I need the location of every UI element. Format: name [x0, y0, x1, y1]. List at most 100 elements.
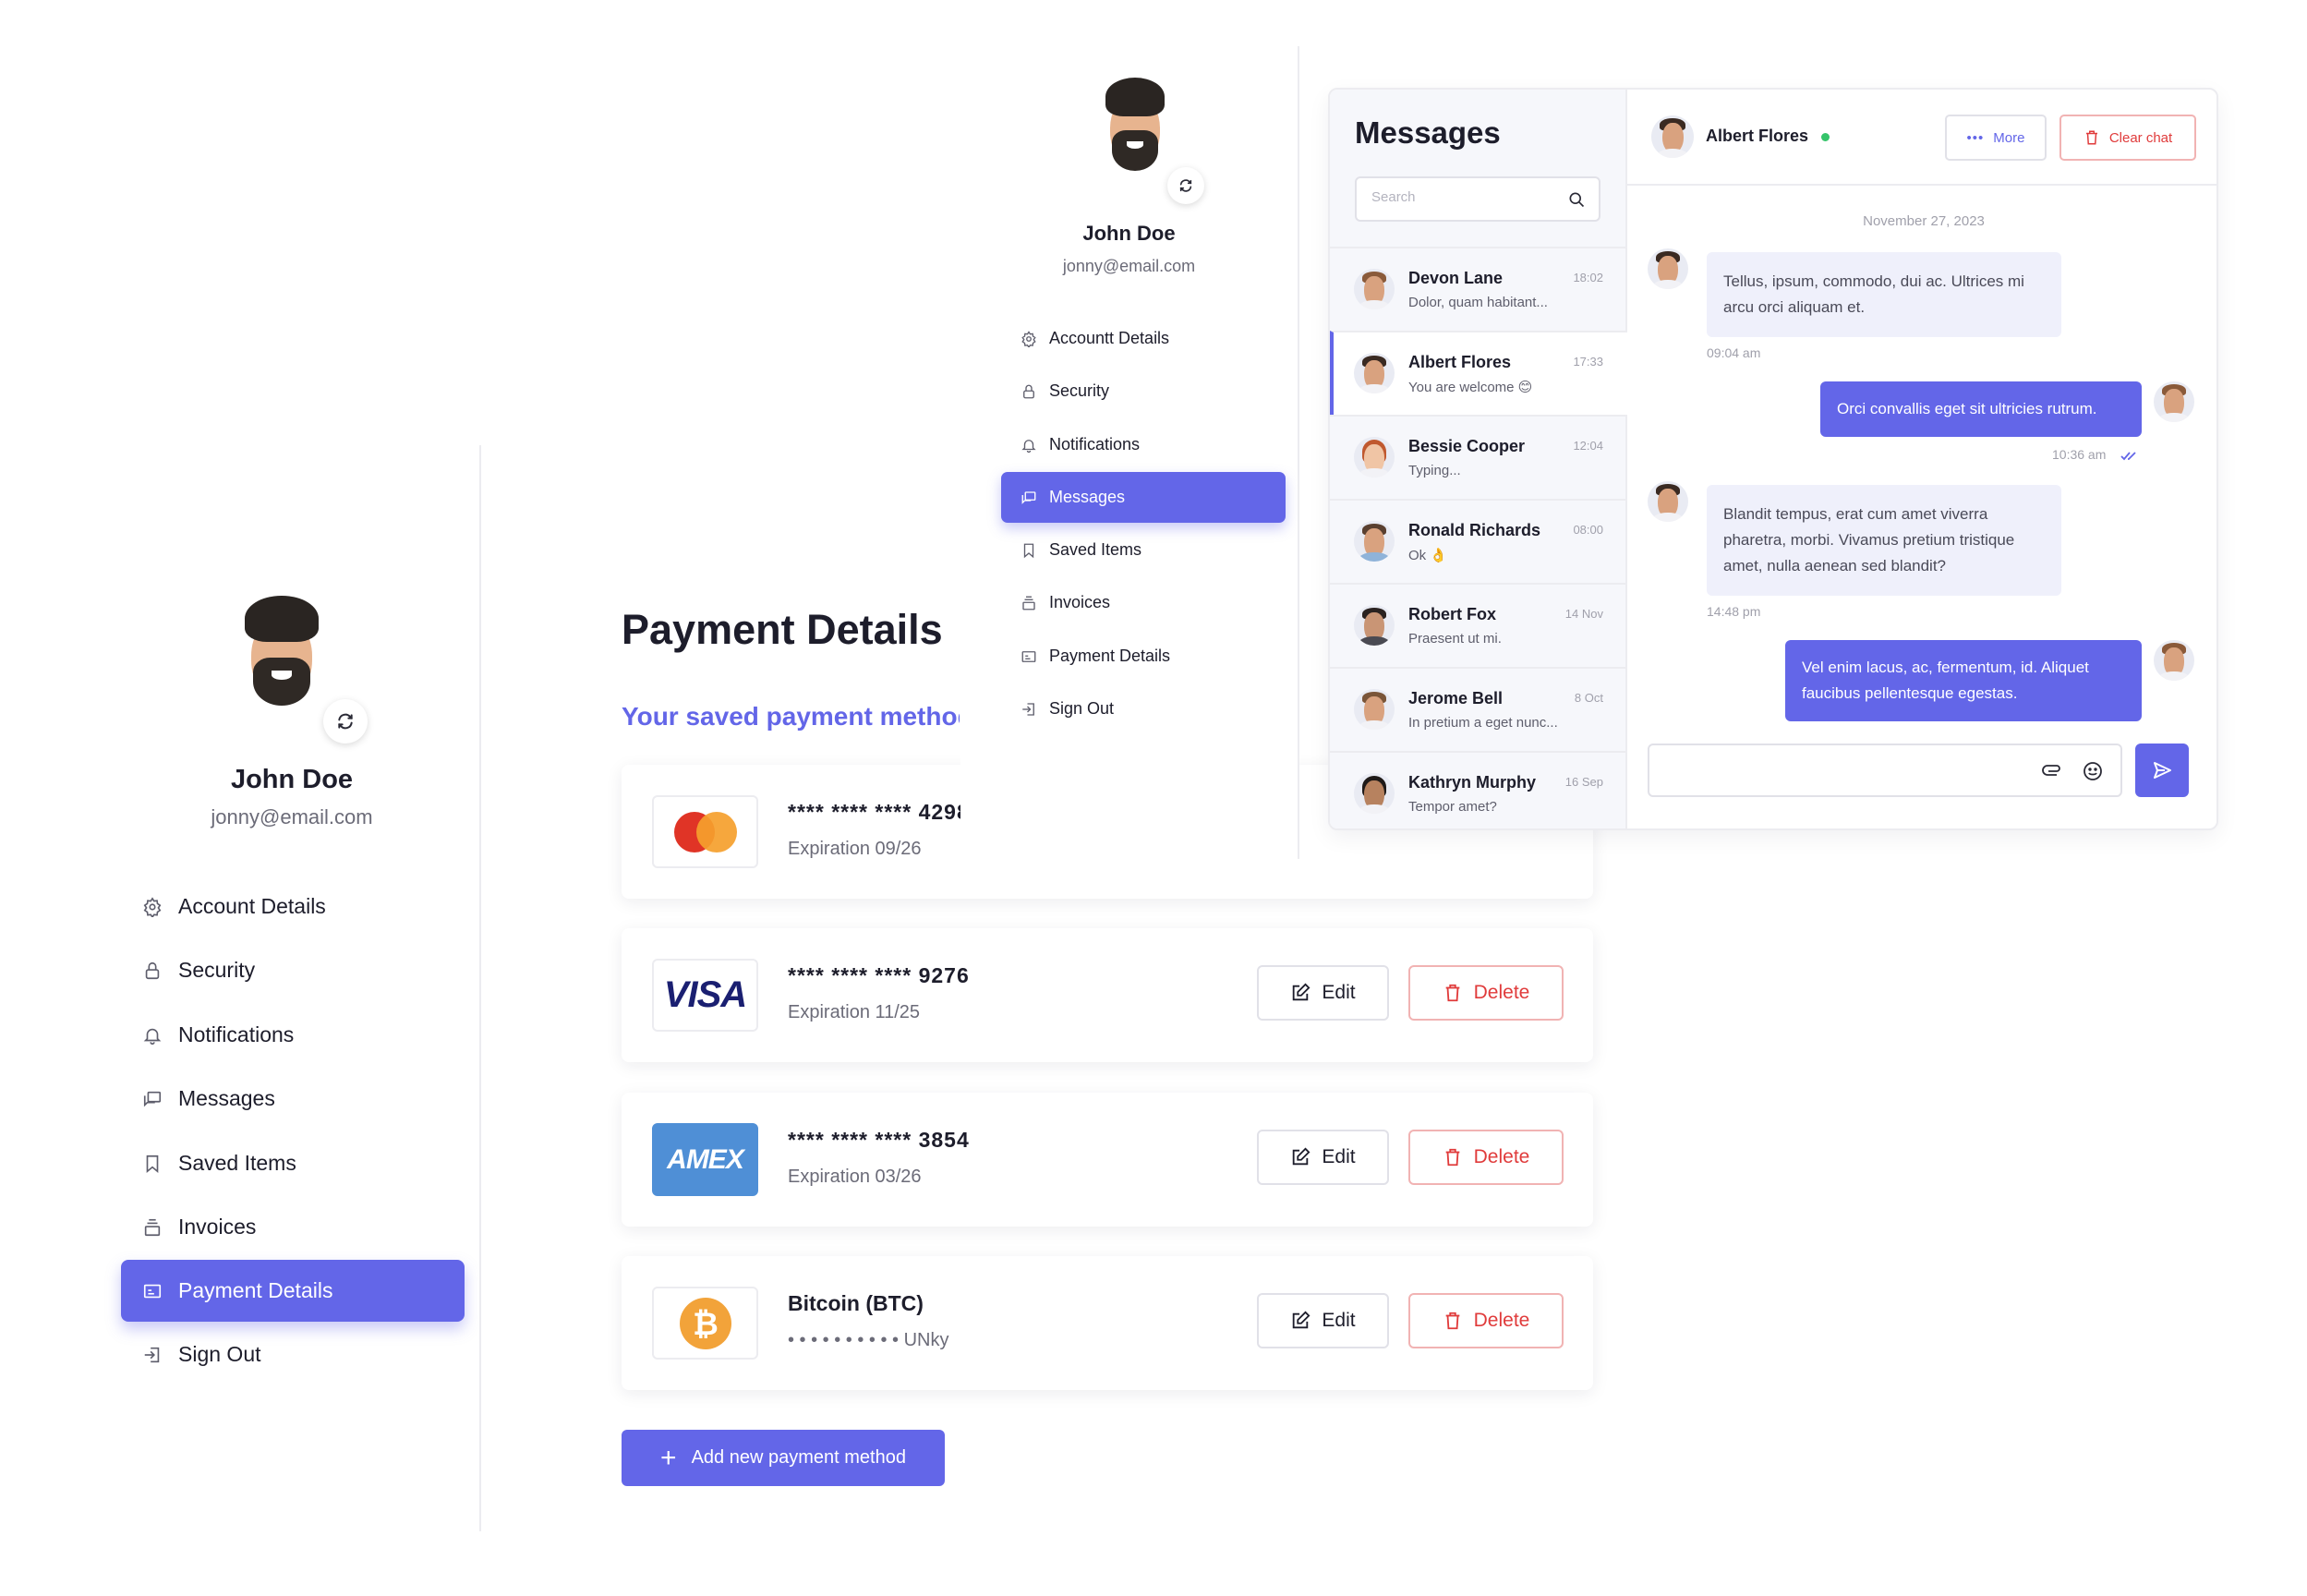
add-payment-method-button[interactable]: + Add new payment method	[622, 1430, 945, 1486]
sidebar-item-label: Notifications	[1049, 435, 1141, 453]
sidebar-item-label: Invoices	[1049, 593, 1111, 611]
search-input[interactable]	[1371, 189, 1556, 205]
bitcoin-logo: ₿	[652, 1287, 758, 1360]
conversation-item[interactable]: Jerome Bell 8 Oct In pretium a eget nunc…	[1330, 667, 1627, 751]
sidebar-item-sign-out[interactable]: Sign Out	[1001, 683, 1286, 734]
sidebar-item-label: Saved Items	[1049, 540, 1142, 559]
delete-button[interactable]: Delete	[1408, 1293, 1564, 1348]
conversation-item[interactable]: Kathryn Murphy 16 Sep Tempor amet?	[1330, 751, 1627, 828]
conversation-item[interactable]: Devon Lane 18:02 Dolor, quam habitant...	[1330, 247, 1627, 331]
lock-icon	[141, 960, 163, 982]
more-button[interactable]: ••• More	[1945, 115, 2047, 161]
edit-label: Edit	[1322, 1146, 1356, 1167]
sidebar-item-label: Messages	[1049, 488, 1126, 506]
conversation-name: Devon Lane	[1408, 269, 1504, 287]
delete-label: Delete	[1473, 1310, 1530, 1331]
visa-logo: VISA	[652, 959, 758, 1032]
sidebar-item-label: Saved Items	[178, 1151, 296, 1175]
conversation-name: Kathryn Murphy	[1408, 773, 1537, 792]
card-number: Bitcoin (BTC)	[788, 1291, 924, 1315]
delete-button[interactable]: Delete	[1408, 965, 1564, 1021]
message-bubble-outgoing: Vel enim lacus, ac, fermentum, id. Aliqu…	[1785, 640, 2142, 721]
send-button[interactable]	[2135, 744, 2189, 797]
conversation-preview: Dolor, quam habitant...	[1408, 295, 1548, 310]
refresh-avatar-button[interactable]	[323, 699, 368, 744]
conversation-item[interactable]: Ronald Richards 08:00 Ok 👌	[1330, 499, 1627, 583]
edit-button[interactable]: Edit	[1257, 1293, 1389, 1348]
avatar	[1354, 353, 1395, 393]
avatar	[1354, 773, 1395, 814]
mastercard-logo	[652, 795, 758, 868]
clear-chat-button[interactable]: Clear chat	[2059, 115, 2196, 161]
profile-avatar	[231, 591, 332, 711]
sidebar-item-security[interactable]: Security	[121, 939, 465, 1001]
avatar	[1354, 689, 1395, 730]
message-input[interactable]	[1664, 760, 2015, 777]
search-icon[interactable]	[1567, 190, 1586, 213]
chat-header: Albert Flores ••• More Clear chat	[1627, 90, 2216, 186]
add-payment-label: Add new payment method	[691, 1447, 906, 1468]
avatar	[1354, 437, 1395, 478]
amex-logo-text: AMEX	[667, 1143, 744, 1175]
emoji-icon[interactable]	[2082, 760, 2104, 782]
page-title: Payment Details	[622, 606, 943, 653]
avatar	[2154, 640, 2194, 681]
conversation-preview: Ok 👌	[1408, 548, 1448, 563]
lock-icon	[1020, 382, 1038, 401]
sidebar-item-sign-out[interactable]: Sign Out	[121, 1324, 465, 1385]
conversation-preview: Praesent ut mi.	[1408, 631, 1502, 647]
conversation-time: 18:02	[1573, 271, 1603, 284]
sidebar-item-messages[interactable]: Messages	[1001, 472, 1286, 523]
sidebar-item-messages[interactable]: Messages	[121, 1068, 465, 1130]
sidebar-item-account-details[interactable]: Account Details	[121, 876, 465, 937]
sidebar-item-payment-details[interactable]: Payment Details	[1001, 631, 1286, 682]
conversation-name: Robert Fox	[1408, 605, 1497, 623]
sidebar-item-invoices[interactable]: Invoices	[1001, 577, 1286, 628]
sidebar-item-notifications[interactable]: Notifications	[121, 1004, 465, 1066]
sidebar-divider	[479, 445, 481, 1531]
gear-icon	[1020, 330, 1038, 348]
delete-button[interactable]: Delete	[1408, 1130, 1564, 1185]
refresh-icon	[338, 713, 353, 730]
bell-icon	[141, 1024, 163, 1046]
sidebar-item-invoices[interactable]: Invoices	[121, 1196, 465, 1258]
message-time: 10:36 am	[2052, 447, 2107, 462]
sidebar-item-label: Messages	[178, 1086, 275, 1110]
clear-chat-label: Clear chat	[2108, 129, 2173, 146]
edit-button[interactable]: Edit	[1257, 1130, 1389, 1185]
page-subtitle: Your saved payment methods	[622, 702, 960, 731]
sidebar-item-saved-items[interactable]: Saved Items	[1001, 525, 1286, 575]
sidebar-item-security[interactable]: Security	[1001, 366, 1286, 417]
edit-button[interactable]: Edit	[1257, 965, 1389, 1021]
sidebar-divider	[1298, 46, 1299, 859]
sidebar-item-payment-details[interactable]: Payment Details	[121, 1260, 465, 1322]
sidebar-item-label: Account Details	[178, 894, 326, 918]
sign-out-icon	[141, 1344, 163, 1366]
refresh-avatar-button[interactable]	[1167, 167, 1204, 204]
card-number: **** **** **** 9276	[788, 963, 970, 987]
sidebar-item-account-details[interactable]: Accountt Details	[1001, 313, 1286, 364]
message-bubble-incoming: Tellus, ipsum, commodo, dui ac. Ultrices…	[1707, 252, 2061, 337]
conversation-item-active[interactable]: Albert Flores 17:33 You are welcome 😊	[1330, 331, 1627, 415]
conversation-item[interactable]: Robert Fox 14 Nov Praesent ut mi.	[1330, 583, 1627, 667]
chat-icon	[1020, 489, 1038, 507]
more-dots-icon: •••	[1966, 129, 1985, 146]
visa-logo-text: VISA	[663, 974, 747, 1015]
card-expiration: Expiration 09/26	[788, 839, 922, 859]
chat-icon	[141, 1088, 163, 1110]
sidebar-item-label: Invoices	[178, 1215, 257, 1239]
sidebar-item-label: Accountt Details	[1049, 329, 1170, 347]
card-icon	[141, 1280, 163, 1302]
sidebar-item-notifications[interactable]: Notifications	[1001, 419, 1286, 470]
profile-name: John Doe	[230, 765, 354, 794]
sidebar-item-saved-items[interactable]: Saved Items	[121, 1132, 465, 1194]
profile-email: jonny@email.com	[1062, 257, 1196, 275]
chat-contact-name: Albert Flores	[1706, 127, 1809, 145]
edit-icon	[1293, 1311, 1311, 1329]
conversation-item[interactable]: Bessie Cooper 12:04 Typing...	[1330, 415, 1627, 499]
paperclip-icon[interactable]	[2041, 760, 2063, 782]
trash-icon	[2085, 130, 2097, 145]
conversation-preview: Tempor amet?	[1408, 799, 1497, 815]
conversation-preview: Typing...	[1408, 463, 1461, 478]
edit-label: Edit	[1322, 1310, 1356, 1331]
